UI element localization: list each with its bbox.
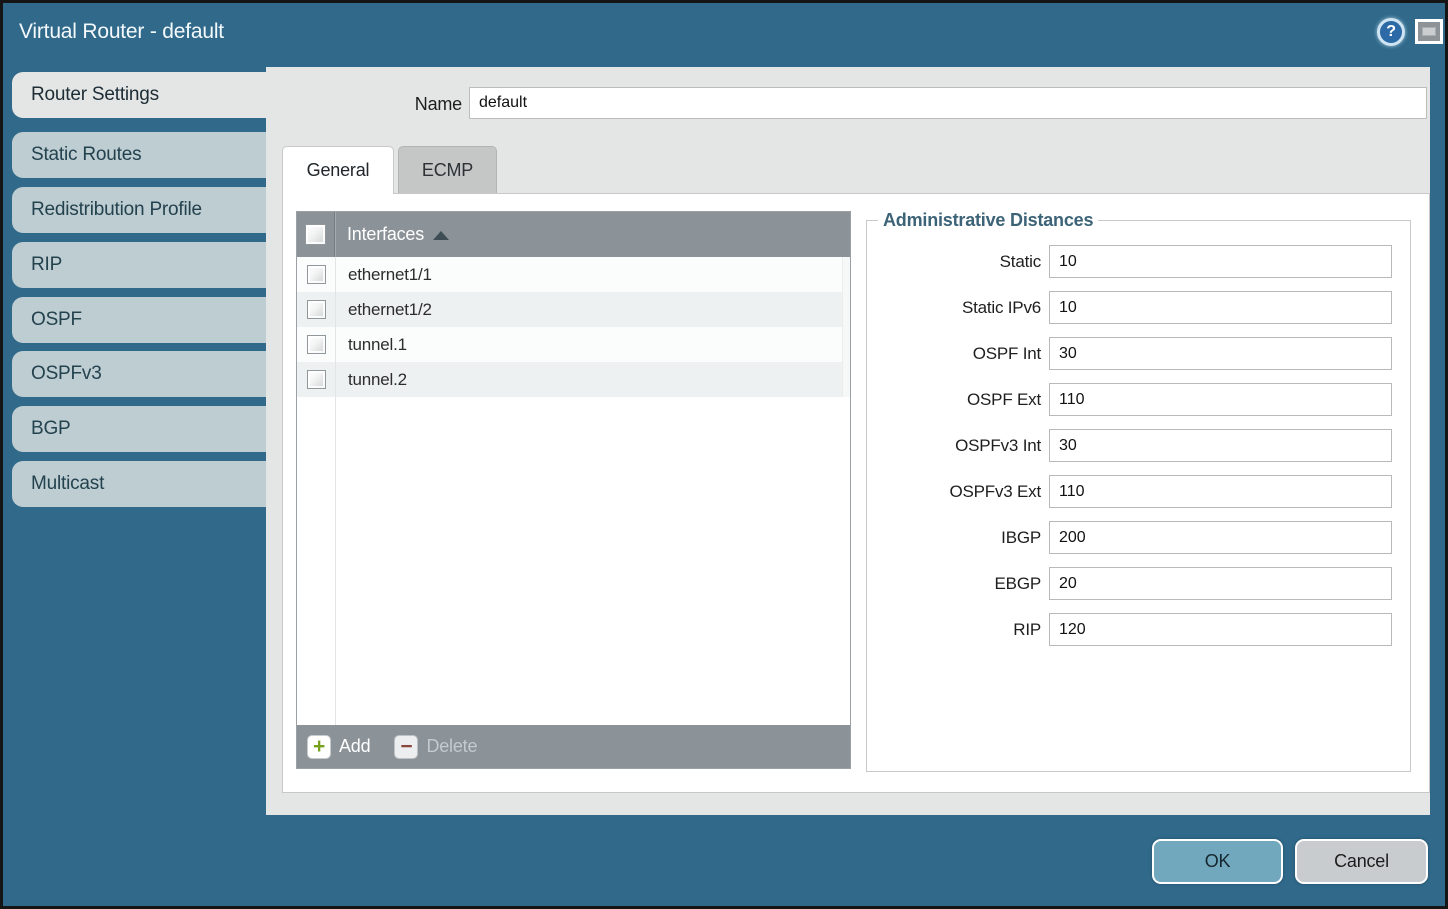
help-icon[interactable]: ? bbox=[1377, 18, 1405, 46]
form-row: OSPF Int bbox=[877, 337, 1400, 370]
tab-ecmp[interactable]: ECMP bbox=[398, 146, 497, 193]
ok-button[interactable]: OK bbox=[1152, 839, 1283, 884]
ospf-int-label: OSPF Int bbox=[877, 344, 1049, 364]
table-row[interactable]: tunnel.2 bbox=[297, 362, 850, 397]
sidebar-item-bgp[interactable]: BGP bbox=[12, 406, 266, 452]
ospfv3-ext-label: OSPFv3 Ext bbox=[877, 482, 1049, 502]
interfaces-table-header[interactable]: Interfaces bbox=[297, 212, 850, 257]
sidebar-item-label: BGP bbox=[31, 418, 71, 440]
form-row: Static IPv6 bbox=[877, 291, 1400, 324]
help-glyph: ? bbox=[1386, 23, 1396, 41]
sidebar-item-label: Router Settings bbox=[31, 84, 159, 106]
ibgp-field[interactable] bbox=[1049, 521, 1392, 554]
sidebar-item-multicast[interactable]: Multicast bbox=[12, 461, 266, 507]
rip-label: RIP bbox=[877, 620, 1049, 640]
select-all-cell bbox=[297, 212, 335, 257]
checkbox-cell bbox=[297, 370, 335, 389]
interface-name: ethernet1/1 bbox=[348, 265, 432, 285]
sort-ascending-icon bbox=[433, 231, 449, 240]
interfaces-table-body: ethernet1/1 ethernet1/2 tunnel.1 tunnel.… bbox=[297, 257, 850, 725]
scrollbar-track[interactable] bbox=[842, 257, 850, 397]
name-input[interactable] bbox=[469, 87, 1427, 119]
table-row[interactable]: tunnel.1 bbox=[297, 327, 850, 362]
ospf-int-field[interactable] bbox=[1049, 337, 1392, 370]
delete-button[interactable]: − Delete bbox=[394, 735, 477, 759]
static-ipv6-label: Static IPv6 bbox=[877, 298, 1049, 318]
interface-name: tunnel.2 bbox=[348, 370, 407, 390]
form-row: Static bbox=[877, 245, 1400, 278]
sidebar-item-label: OSPFv3 bbox=[31, 363, 102, 385]
interface-name: tunnel.1 bbox=[348, 335, 407, 355]
static-field[interactable] bbox=[1049, 245, 1392, 278]
administrative-distances-legend: Administrative Distances bbox=[878, 210, 1098, 231]
interfaces-column-header: Interfaces bbox=[347, 224, 424, 245]
ibgp-label: IBGP bbox=[877, 528, 1049, 548]
ebgp-field[interactable] bbox=[1049, 567, 1392, 600]
add-button[interactable]: + Add bbox=[307, 735, 370, 759]
administrative-distances-group: Administrative Distances Static Static I… bbox=[866, 210, 1411, 772]
tab-general[interactable]: General bbox=[282, 146, 394, 194]
form-row: OSPFv3 Int bbox=[877, 429, 1400, 462]
sidebar-item-ospfv3[interactable]: OSPFv3 bbox=[12, 351, 266, 397]
ospfv3-int-label: OSPFv3 Int bbox=[877, 436, 1049, 456]
tab-label: ECMP bbox=[422, 160, 473, 181]
window-restore-icon[interactable] bbox=[1415, 19, 1443, 44]
static-label: Static bbox=[877, 252, 1049, 272]
sidebar-item-router-settings[interactable]: Router Settings bbox=[12, 72, 266, 118]
form-row: OSPFv3 Ext bbox=[877, 475, 1400, 508]
interfaces-toolbar: + Add − Delete bbox=[297, 725, 850, 768]
row-checkbox[interactable] bbox=[307, 300, 326, 319]
sidebar-item-label: Redistribution Profile bbox=[31, 199, 202, 221]
sidebar-item-ospf[interactable]: OSPF bbox=[12, 297, 266, 343]
sidebar-item-label: Multicast bbox=[31, 473, 104, 495]
form-row: RIP bbox=[877, 613, 1400, 646]
form-row: OSPF Ext bbox=[877, 383, 1400, 416]
form-row: EBGP bbox=[877, 567, 1400, 600]
content-area: Name General ECMP Interfaces ether bbox=[266, 67, 1430, 815]
sidebar-item-label: Static Routes bbox=[31, 144, 141, 166]
ospf-ext-field[interactable] bbox=[1049, 383, 1392, 416]
checkbox-cell bbox=[297, 335, 335, 354]
add-button-label: Add bbox=[339, 736, 370, 757]
select-all-checkbox[interactable] bbox=[305, 224, 326, 245]
delete-button-label: Delete bbox=[426, 736, 477, 757]
add-plus-icon: + bbox=[307, 735, 331, 759]
ospfv3-int-field[interactable] bbox=[1049, 429, 1392, 462]
ok-button-label: OK bbox=[1205, 851, 1231, 872]
row-checkbox[interactable] bbox=[307, 370, 326, 389]
interfaces-table: Interfaces ethernet1/1 ethernet1/2 bbox=[296, 211, 851, 769]
window-restore-inner bbox=[1422, 27, 1436, 36]
static-ipv6-field[interactable] bbox=[1049, 291, 1392, 324]
row-checkbox[interactable] bbox=[307, 335, 326, 354]
sidebar-item-label: OSPF bbox=[31, 309, 82, 331]
sidebar-item-label: RIP bbox=[31, 254, 62, 276]
ebgp-label: EBGP bbox=[877, 574, 1049, 594]
cancel-button[interactable]: Cancel bbox=[1295, 839, 1428, 884]
general-tab-panel: Interfaces ethernet1/1 ethernet1/2 bbox=[282, 193, 1430, 793]
virtual-router-dialog: Virtual Router - default ? Router Settin… bbox=[0, 0, 1448, 909]
cancel-button-label: Cancel bbox=[1334, 851, 1389, 872]
checkbox-cell bbox=[297, 265, 335, 284]
form-row: IBGP bbox=[877, 521, 1400, 554]
row-checkbox[interactable] bbox=[307, 265, 326, 284]
table-row[interactable]: ethernet1/1 bbox=[297, 257, 850, 292]
ospf-ext-label: OSPF Ext bbox=[877, 390, 1049, 410]
table-row[interactable]: ethernet1/2 bbox=[297, 292, 850, 327]
sidebar-item-static-routes[interactable]: Static Routes bbox=[12, 132, 266, 178]
ospfv3-ext-field[interactable] bbox=[1049, 475, 1392, 508]
rip-field[interactable] bbox=[1049, 613, 1392, 646]
dialog-title: Virtual Router - default bbox=[19, 20, 224, 44]
sidebar-item-rip[interactable]: RIP bbox=[12, 242, 266, 288]
checkbox-cell bbox=[297, 300, 335, 319]
tab-label: General bbox=[307, 160, 370, 181]
name-label: Name bbox=[266, 88, 462, 120]
column-divider bbox=[335, 257, 336, 725]
delete-minus-icon: − bbox=[394, 735, 418, 759]
interface-name: ethernet1/2 bbox=[348, 300, 432, 320]
sidebar-item-redistribution-profile[interactable]: Redistribution Profile bbox=[12, 187, 266, 233]
